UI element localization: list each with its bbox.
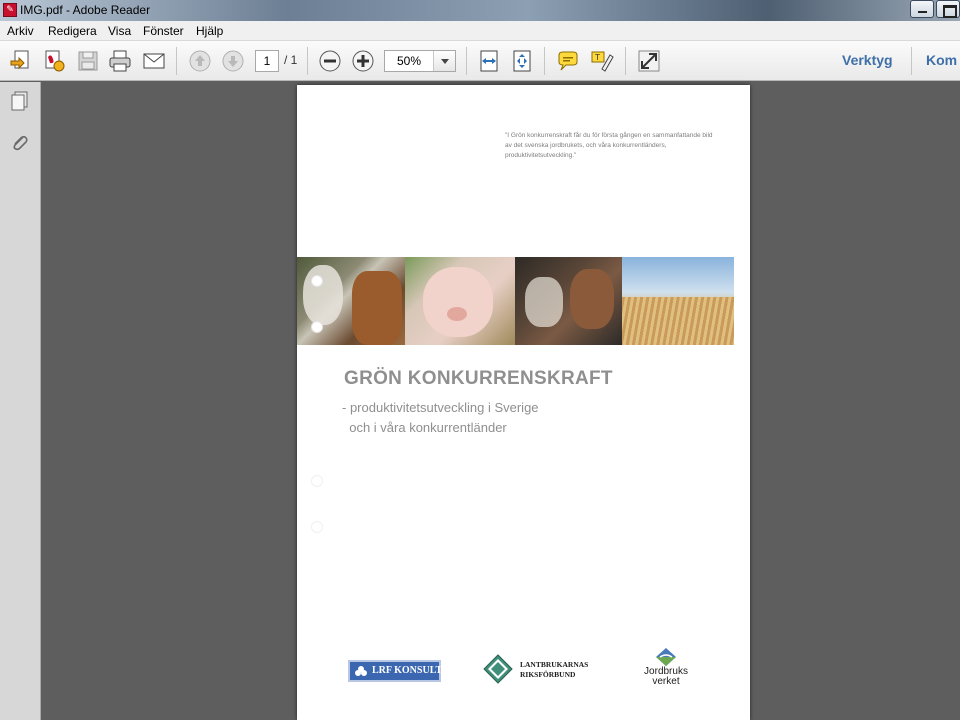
zoom-value: 50% bbox=[396, 54, 422, 68]
zoom-out-icon[interactable] bbox=[318, 49, 342, 73]
window-controls bbox=[908, 0, 960, 20]
menu-fonster[interactable]: Fönster bbox=[143, 24, 184, 38]
menu-bar: Arkiv Redigera Visa Fönster Hjälp bbox=[0, 21, 960, 41]
lrf-konsult-logo: LRF KONSULT bbox=[348, 660, 443, 682]
attachments-icon[interactable] bbox=[9, 132, 31, 154]
save-icon[interactable] bbox=[76, 49, 100, 73]
svg-text:T: T bbox=[594, 53, 600, 62]
chevron-down-icon[interactable] bbox=[433, 51, 455, 71]
zoom-in-icon[interactable] bbox=[351, 49, 375, 73]
page-total-label: / 1 bbox=[284, 53, 298, 67]
comment-icon[interactable] bbox=[556, 49, 580, 73]
cover-photo-strip bbox=[297, 257, 734, 345]
navigation-panel bbox=[0, 82, 41, 720]
punch-hole bbox=[311, 475, 323, 487]
fullscreen-icon[interactable] bbox=[637, 49, 661, 73]
lrf-emblem-icon bbox=[483, 654, 513, 684]
pig-photo bbox=[405, 257, 515, 345]
jordbruksverket-logo: Jordbruks verket bbox=[637, 647, 697, 692]
jordbruksverket-emblem-icon bbox=[656, 648, 676, 666]
document-subtitle: - produktivitetsutveckling i Sverige och… bbox=[342, 400, 539, 435]
punch-hole bbox=[311, 275, 323, 287]
pdf-app-icon: ✎ bbox=[3, 3, 17, 17]
lantbrukarnas-logo: LANTBRUKARNAS RIKSFÖRBUND bbox=[482, 653, 632, 685]
create-pdf-icon[interactable] bbox=[42, 49, 66, 73]
page-down-icon[interactable] bbox=[221, 49, 245, 73]
title-bar: ✎ IMG.pdf - Adobe Reader bbox=[0, 0, 960, 21]
pages-panel-icon[interactable] bbox=[9, 90, 31, 112]
fit-width-icon[interactable] bbox=[477, 49, 501, 73]
minimize-button[interactable] bbox=[910, 0, 934, 18]
punch-hole bbox=[311, 321, 323, 333]
fit-page-icon[interactable] bbox=[510, 49, 534, 73]
wheat-photo bbox=[622, 257, 734, 345]
page-number-input[interactable]: 1 bbox=[255, 50, 279, 72]
print-icon[interactable] bbox=[108, 49, 132, 73]
highlight-icon[interactable]: T bbox=[590, 49, 614, 73]
comment-link[interactable]: Kom bbox=[926, 52, 957, 68]
window-title: IMG.pdf - Adobe Reader bbox=[20, 3, 151, 17]
menu-visa[interactable]: Visa bbox=[108, 24, 131, 38]
menu-hjalp[interactable]: Hjälp bbox=[196, 24, 223, 38]
lrf-konsult-label: LRF KONSULT bbox=[372, 665, 443, 676]
cover-quote: "I Grön konkurrenskraft får du för först… bbox=[505, 132, 713, 159]
menu-redigera[interactable]: Redigera bbox=[48, 24, 97, 38]
page-up-icon[interactable] bbox=[188, 49, 212, 73]
menu-arkiv[interactable]: Arkiv bbox=[7, 24, 34, 38]
punch-hole bbox=[311, 521, 323, 533]
clover-icon bbox=[355, 666, 367, 676]
maximize-button[interactable] bbox=[936, 0, 960, 18]
document-title: GRÖN KONKURRENSKRAFT bbox=[344, 368, 613, 389]
zoom-select[interactable]: 50% bbox=[384, 50, 456, 72]
pdf-page[interactable]: "I Grön konkurrenskraft får du för först… bbox=[297, 85, 750, 720]
dairy-cows-photo bbox=[515, 257, 622, 345]
toolbar: 1 / 1 50% T Verktyg Kom bbox=[0, 41, 960, 81]
tools-link[interactable]: Verktyg bbox=[842, 52, 893, 68]
email-icon[interactable] bbox=[142, 49, 166, 73]
lantbrukarnas-label: LANTBRUKARNAS RIKSFÖRBUND bbox=[520, 660, 589, 679]
jordbruksverket-label: Jordbruks verket bbox=[644, 666, 688, 687]
open-file-icon[interactable] bbox=[9, 49, 33, 73]
